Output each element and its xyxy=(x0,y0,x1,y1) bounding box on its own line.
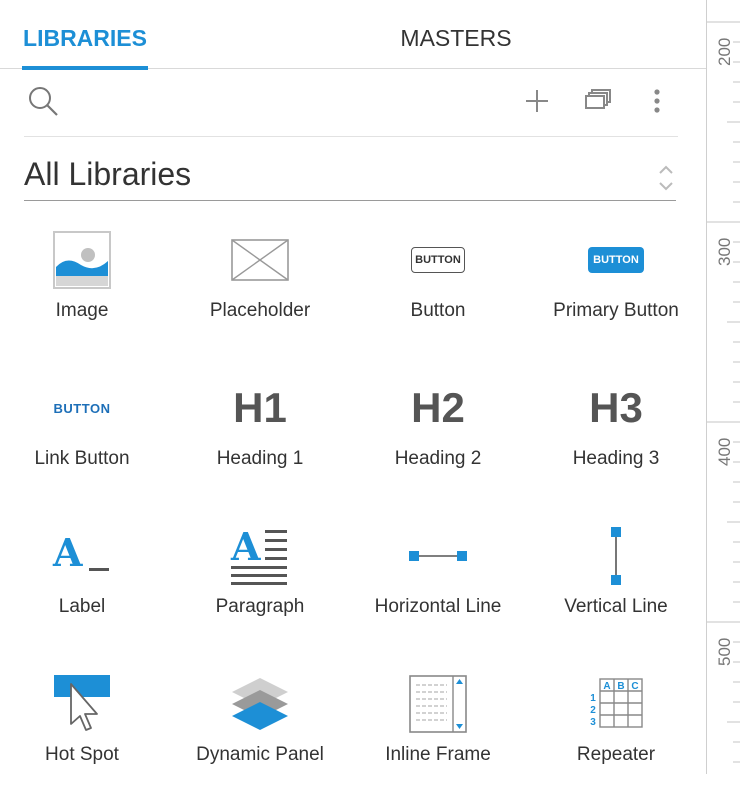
label-icon: A xyxy=(53,530,111,576)
widget-dynamic-panel[interactable]: Dynamic Panel xyxy=(171,664,349,804)
widget-label-item[interactable]: A Label xyxy=(0,516,171,656)
library-select[interactable]: All Libraries xyxy=(24,150,676,201)
widget-label: Horizontal Line xyxy=(374,596,502,617)
library-toolbar xyxy=(24,70,678,137)
widget-label: Link Button xyxy=(34,448,130,469)
image-icon xyxy=(53,231,111,289)
tab-libraries[interactable]: LIBRARIES xyxy=(22,0,148,70)
repeater-col-a: A xyxy=(603,681,610,692)
heading-3-icon: H3 xyxy=(589,384,643,431)
widget-label: Placeholder xyxy=(209,300,311,321)
widget-label: Image xyxy=(55,300,109,321)
search-icon[interactable] xyxy=(26,84,60,118)
vertical-line-icon xyxy=(611,527,621,585)
widget-repeater[interactable]: A B C 1 2 3 Repeater xyxy=(527,664,705,804)
widget-label: Button xyxy=(410,300,466,321)
widget-placeholder[interactable]: Placeholder xyxy=(171,220,349,360)
widget-label: Hot Spot xyxy=(45,744,119,765)
libraries-panel: LIBRARIES MASTERS All Libraries Image Pl… xyxy=(0,0,706,774)
widget-label: Heading 1 xyxy=(216,448,304,469)
ruler-label-300: 300 xyxy=(715,237,734,266)
widget-primary-button[interactable]: BUTTON Primary Button xyxy=(527,220,705,360)
heading-1-icon: H1 xyxy=(233,384,287,431)
widget-image[interactable]: Image xyxy=(0,220,171,360)
hot-spot-icon xyxy=(54,675,110,731)
dynamic-panel-icon xyxy=(232,678,288,730)
widget-link-button[interactable]: BUTTON Link Button xyxy=(0,368,171,508)
repeater-col-b: B xyxy=(617,681,624,692)
widget-label: Paragraph xyxy=(215,596,305,617)
vertical-ruler[interactable]: 200 300 400 500 xyxy=(706,0,740,774)
plus-icon[interactable] xyxy=(520,84,554,118)
windows-stack-icon[interactable] xyxy=(581,84,615,118)
widget-label: Label xyxy=(58,596,106,617)
inline-frame-icon xyxy=(409,675,467,733)
ruler-label-200: 200 xyxy=(715,37,734,66)
widget-label: Heading 2 xyxy=(394,448,482,469)
primary-button-icon: BUTTON xyxy=(588,247,644,273)
label-icon-letter: A xyxy=(53,530,83,575)
widget-label: Dynamic Panel xyxy=(196,744,324,765)
placeholder-icon xyxy=(231,239,289,281)
link-button-icon: BUTTON xyxy=(53,400,111,416)
widget-hot-spot[interactable]: Hot Spot xyxy=(0,664,171,804)
panel-tabs: LIBRARIES MASTERS xyxy=(0,0,706,70)
repeater-icon: A B C 1 2 3 xyxy=(590,678,643,728)
widget-label: Vertical Line xyxy=(564,596,668,617)
widget-vertical-line[interactable]: Vertical Line xyxy=(527,516,705,656)
horizontal-line-icon xyxy=(409,551,467,561)
paragraph-icon: A xyxy=(231,524,289,585)
button-icon: BUTTON xyxy=(411,247,465,273)
select-arrows-icon xyxy=(659,165,673,191)
widget-label: Primary Button xyxy=(553,300,679,321)
ruler-label-400: 400 xyxy=(715,437,734,466)
ruler-label-500: 500 xyxy=(715,637,734,666)
widget-label: Inline Frame xyxy=(385,744,491,765)
paragraph-icon-letter: A xyxy=(231,524,261,569)
widget-button[interactable]: BUTTON Button xyxy=(349,220,527,360)
repeater-row-3: 3 xyxy=(590,717,596,728)
repeater-col-c: C xyxy=(631,681,638,692)
widget-paragraph[interactable]: A Paragraph xyxy=(171,516,349,656)
widget-label: Repeater xyxy=(576,744,656,765)
widget-heading-2[interactable]: H2 Heading 2 xyxy=(349,368,527,508)
library-select-value: All Libraries xyxy=(24,156,192,192)
repeater-row-1: 1 xyxy=(590,693,596,704)
primary-button-icon-text: BUTTON xyxy=(593,254,639,266)
repeater-row-2: 2 xyxy=(590,705,596,716)
heading-2-icon: H2 xyxy=(411,384,465,431)
tab-masters[interactable]: MASTERS xyxy=(370,0,542,68)
widget-heading-3[interactable]: H3 Heading 3 xyxy=(527,368,705,508)
widget-horizontal-line[interactable]: Horizontal Line xyxy=(349,516,527,656)
widget-label: Heading 3 xyxy=(572,448,660,469)
widget-heading-1[interactable]: H1 Heading 1 xyxy=(171,368,349,508)
more-vertical-icon[interactable] xyxy=(640,84,674,118)
widget-inline-frame[interactable]: Inline Frame xyxy=(349,664,527,804)
button-icon-text: BUTTON xyxy=(415,254,461,266)
